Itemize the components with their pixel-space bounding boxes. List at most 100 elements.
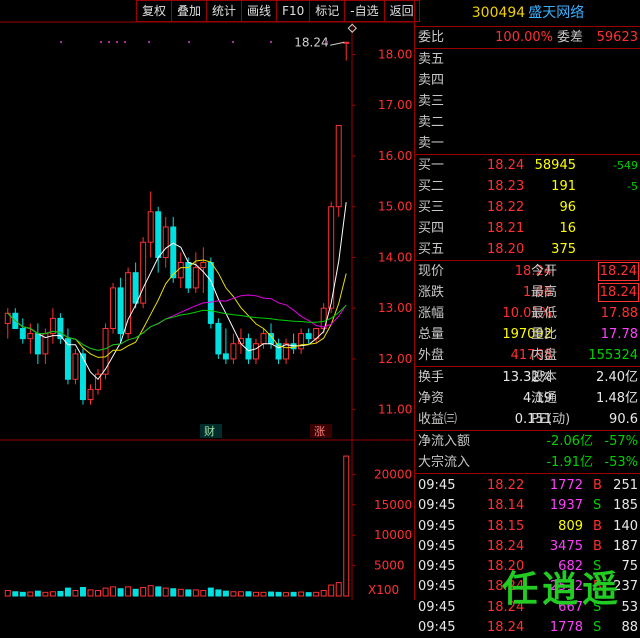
bid-row[interactable]: 买三 18.22 96: [415, 197, 640, 218]
bid-volume: 375: [551, 242, 576, 257]
quote-label: 内盘: [531, 348, 558, 363]
candle-body: [260, 333, 267, 345]
volume-bar: [335, 582, 342, 597]
bid-price: 18.24: [487, 158, 525, 173]
volume-bar: [57, 590, 64, 597]
flow-row: 净流入额 -2.06亿 -57%: [415, 431, 640, 452]
trade-time: 09:45: [418, 620, 456, 636]
toolbar-button-f10[interactable]: F10: [276, 0, 311, 22]
volume-bar: [283, 592, 290, 597]
ask-label: 卖二: [418, 115, 445, 130]
ask-row[interactable]: 卖二: [415, 112, 640, 133]
bid-row[interactable]: 买四 18.21 16: [415, 218, 640, 239]
candle-body: [34, 333, 41, 355]
trade-row: 09:45 18.15 809 B 140: [415, 517, 640, 537]
bid-label: 买三: [418, 200, 445, 215]
high-price: 18.24: [597, 283, 639, 302]
candle-body: [230, 343, 237, 360]
toolbar-button-overlay[interactable]: 叠加: [171, 0, 208, 22]
bid-row[interactable]: 买二 18.23 191 -5: [415, 176, 640, 197]
trade-time: 09:45: [418, 599, 456, 615]
last-price-arrow: [330, 41, 345, 46]
price-tick-label: 14.00: [378, 250, 412, 264]
ask-label: 卖四: [418, 73, 445, 88]
bid-row[interactable]: 买五 18.20 375: [415, 239, 640, 261]
bid-volume: 191: [551, 179, 576, 194]
price-tick-label: 12.00: [378, 352, 412, 366]
quote-panel: 300494 盛天网络 委比 100.00% 委差 59623 卖五 卖四 卖三 …: [414, 0, 640, 635]
volume-bar: [313, 591, 320, 597]
trade-count: 53: [621, 599, 638, 615]
inner-volume: 155324: [588, 348, 638, 363]
ask-row[interactable]: 卖五: [415, 49, 640, 70]
quote-row-outer: 外盘 41768 内盘 155324: [415, 345, 640, 367]
event-dot: [100, 41, 102, 43]
toolbar-button-stats[interactable]: 统计: [206, 0, 243, 22]
trade-count: 185: [613, 498, 638, 514]
volume-bar: [147, 585, 154, 597]
toolbar-button-mark[interactable]: 标记: [309, 0, 346, 22]
trade-volume: 809: [558, 518, 583, 534]
trade-side: B: [593, 518, 602, 534]
volume-bar: [125, 586, 132, 597]
volume-bar: [19, 591, 26, 597]
trade-row: 09:45 18.24 1778 S 88: [415, 618, 640, 638]
volume-bar: [252, 591, 259, 597]
low-price: 17.88: [600, 306, 638, 321]
event-badge-label: 财: [204, 424, 215, 438]
event-dot: [116, 41, 118, 43]
volume-bar: [185, 589, 192, 597]
volume-bar: [155, 586, 162, 597]
candle-body: [283, 343, 290, 360]
quote-label: 今开: [531, 264, 558, 279]
weibi-value: 100.00%: [495, 30, 553, 45]
volume-bar: [222, 590, 229, 597]
trade-list[interactable]: 09:45 18.22 1772 B 251 09:45 18.14 1937 …: [415, 474, 640, 638]
volume-tick-label: 5000: [374, 559, 405, 573]
quote-row-netasset: 净资 4.19 流通 1.48亿: [415, 388, 640, 409]
bid-row[interactable]: 买一 18.24 58945 -549: [415, 155, 640, 176]
weibi-label: 委比: [418, 30, 445, 45]
event-dot: [124, 41, 126, 43]
weibi-row: 委比 100.00% 委差 59623: [415, 27, 640, 49]
toolbar-button-fuquan[interactable]: 复权: [136, 0, 173, 22]
quote-label: 外盘: [418, 348, 445, 363]
price-tick-label: 17.00: [378, 98, 412, 112]
trade-time: 09:45: [418, 498, 456, 514]
volume-bar: [132, 588, 139, 597]
flow-label: 大宗流入: [418, 455, 471, 470]
open-price: 18.24: [597, 262, 639, 281]
toolbar-button-watchlist[interactable]: -自选: [344, 0, 385, 22]
trade-side: B: [593, 478, 602, 493]
flow-row: 大宗流入 -1.91亿 -53%: [415, 452, 640, 474]
pe-ratio: 90.6: [609, 412, 638, 427]
volume-tick-label: 15000: [374, 498, 412, 512]
quote-label: 现价: [418, 264, 445, 279]
toolbar-button-draw-line[interactable]: 画线: [241, 0, 278, 22]
volume-bar: [170, 588, 177, 597]
quote-label: 总量: [418, 327, 445, 342]
ask-row[interactable]: 卖一: [415, 133, 640, 155]
bid-price: 18.22: [487, 200, 525, 215]
price-tick-label: 11.00: [378, 403, 412, 417]
kline-chart-area[interactable]: 18.00 17.00 16.00 15.00 14.00 13.00 12.00 11.00…: [0, 0, 420, 600]
volume-bar: [298, 591, 305, 597]
trade-count: 140: [613, 518, 638, 534]
stock-name: 盛天网络: [528, 5, 585, 21]
candle-body: [140, 241, 147, 304]
quote-row-change: 涨跌 1.66 最高 18.24: [415, 282, 640, 303]
event-dot: [108, 41, 110, 43]
ask-row[interactable]: 卖三: [415, 91, 640, 112]
ma10-line: [7, 259, 347, 358]
weicha-label: 委差: [557, 30, 584, 45]
bid-label: 买五: [418, 242, 445, 257]
flow-pct: -53%: [604, 455, 638, 470]
quote-label: 换手: [418, 370, 445, 385]
kline-chart: 18.00 17.00 16.00 15.00 14.00 13.00 12.00 11.00…: [0, 21, 414, 600]
candle-body: [343, 41, 350, 44]
trade-price: 18.24: [487, 620, 525, 636]
trade-time: 09:45: [418, 559, 456, 575]
ask-row[interactable]: 卖四: [415, 70, 640, 91]
candle-body: [252, 343, 259, 360]
trade-volume: 1937: [549, 498, 583, 514]
